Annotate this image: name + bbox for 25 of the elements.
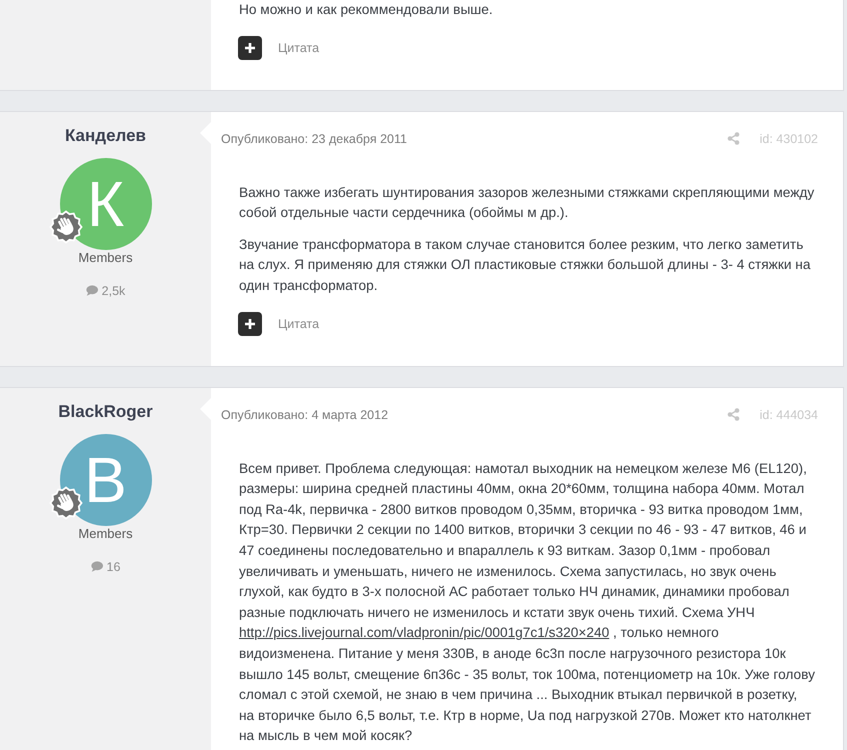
quote-button[interactable]: Цитата — [278, 314, 320, 333]
hand-badge-icon — [48, 486, 82, 520]
post-text: Звучание трансформатора в таком случае становится более резким, что легко заметить на слух. Я применяю для стяжки ОЛ пластиковые стяжки большой длины - 3- 4 стяжки на один трансформатор. — [239, 236, 812, 295]
hand-badge-icon — [48, 210, 82, 244]
member-group: Members — [78, 250, 133, 266]
author-name[interactable]: BlackRoger — [58, 400, 153, 423]
plus-icon — [245, 318, 255, 329]
quote-button[interactable]: Цитата — [278, 38, 320, 57]
member-group: Members — [78, 526, 133, 542]
avatar[interactable]: К — [60, 158, 152, 250]
plus-icon — [245, 42, 255, 53]
post-count: 16 — [106, 558, 120, 575]
author-name[interactable]: Канделев — [64, 124, 146, 147]
multiquote-button[interactable] — [238, 312, 262, 336]
post-date: Опубликовано: 23 декабря 2011 — [221, 130, 407, 148]
post-count: 2,5k — [102, 282, 126, 299]
post-text: Всем привет. Проблема следующая: намотал выходник на немецком железе М6 (EL120), размеры: ширина средней пластины 40мм, окна 20*60мм, толщина набора 40мм. Мотал под Ra-4k, первичка - 2800 витков проводом 0,35мм, вторичка - 93 витка проводом 1мм, Ктр=30. Первички 2 секции по 1400 витков, вторички 3 секции по 46 - 93 - 47 витков, 46 и 47 соединены последовательно и впараллель к 93 виткам. Зазор 0,1мм - пробовал увеличивать и уменьшать, ничего не изменилось. Схема запустилась, но звук очень глухой, как будто в 3-х полосной АС работает только НЧ динамик, динамики пробовал разные подключать ничего не изменилось и кстати звук очень тихий. Схема УНЧ http://pics.livejournal.com/vladpronin/pic/0001g7c1/s320×240 , только немного видоизменена. Питание у меня 330В, в аноде 6с3п после нагрузочного резистора 10к вышло 145 вольт, смещение 6п36с - 35 вольт, ток 100ма, потенциометр на 10к. Уже голову сломал с этой схемой, не знаю в чем причина ... Выходник втыкал первичкой в розетку, на вторичке было 6,5 вольт, т.е. Ктр в норме, Ua под нагрузкой 270в. Может кто натолкнет на мысль в чем мой косяк? — [239, 460, 816, 746]
comment-icon — [86, 285, 98, 296]
post-text: Но можно и как рекоммендовали выше. — [239, 1, 494, 19]
comment-icon — [90, 561, 103, 572]
avatar[interactable]: B — [60, 434, 152, 526]
link[interactable]: http://pics.livejournal.com/vladpronin/pic/0001g7c1/s320×240 — [239, 625, 610, 640]
post-text: Важно также избегать шунтирования зазоров железными стяжками скрепляющими между собой отдельные части сердечника (обоймы м др.). — [239, 184, 816, 222]
post-date: Опубликовано: 4 марта 2012 — [221, 406, 388, 424]
multiquote-button[interactable] — [238, 36, 262, 60]
